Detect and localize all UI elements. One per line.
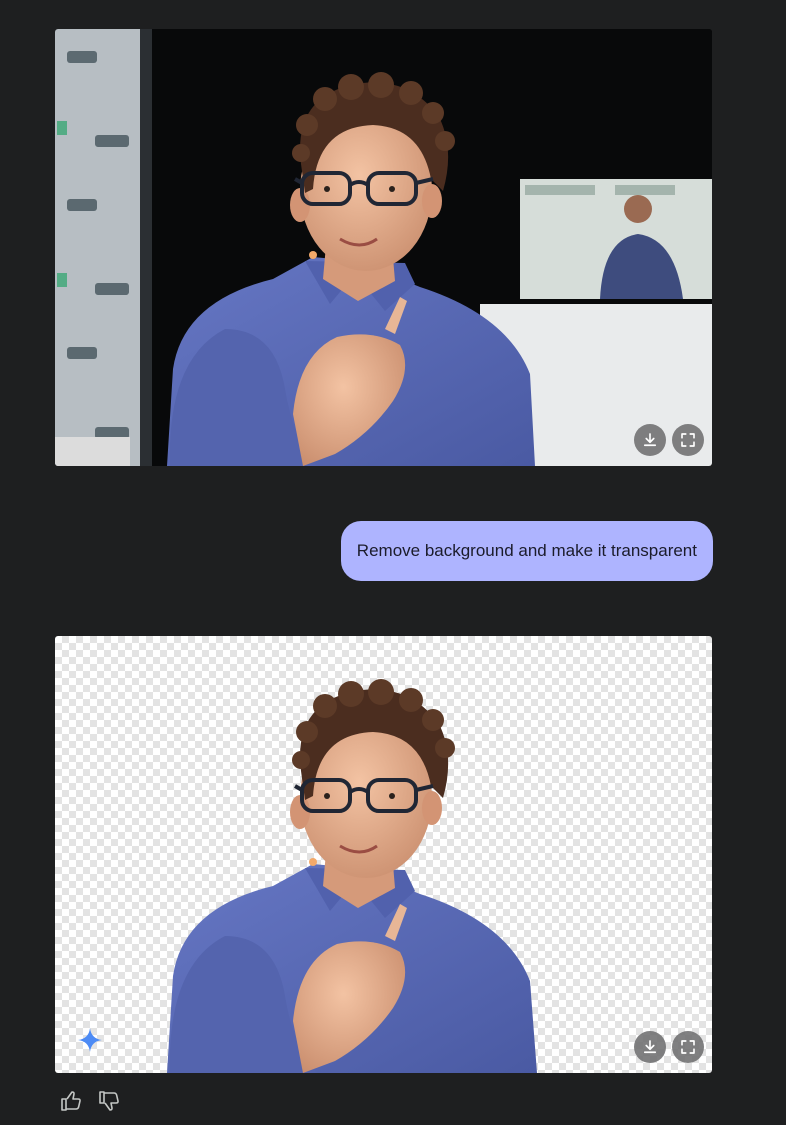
- fullscreen-button[interactable]: [672, 1031, 704, 1063]
- thumbs-down-icon: [99, 1091, 119, 1111]
- download-button[interactable]: [634, 424, 666, 456]
- thumbs-up-button[interactable]: [58, 1088, 84, 1114]
- result-image-actions: [634, 1031, 704, 1063]
- download-button[interactable]: [634, 1031, 666, 1063]
- response-feedback-row: [58, 1088, 122, 1114]
- thumbs-up-icon: [61, 1091, 81, 1111]
- gemini-spark-icon: [77, 1027, 103, 1053]
- original-image-card[interactable]: [55, 29, 712, 466]
- user-message-text: Remove background and make it transparen…: [356, 541, 697, 560]
- chat-thread: Remove background and make it transparen…: [0, 0, 786, 1125]
- download-icon: [643, 433, 657, 447]
- original-photo: [55, 29, 712, 466]
- fullscreen-button[interactable]: [672, 424, 704, 456]
- user-message-bubble: Remove background and make it transparen…: [340, 521, 713, 581]
- fullscreen-icon: [681, 433, 695, 447]
- result-photo: [167, 679, 537, 1073]
- download-icon: [643, 1040, 657, 1054]
- result-image-card[interactable]: [55, 636, 712, 1073]
- thumbs-down-button[interactable]: [96, 1088, 122, 1114]
- fullscreen-icon: [681, 1040, 695, 1054]
- original-image-actions: [634, 424, 704, 456]
